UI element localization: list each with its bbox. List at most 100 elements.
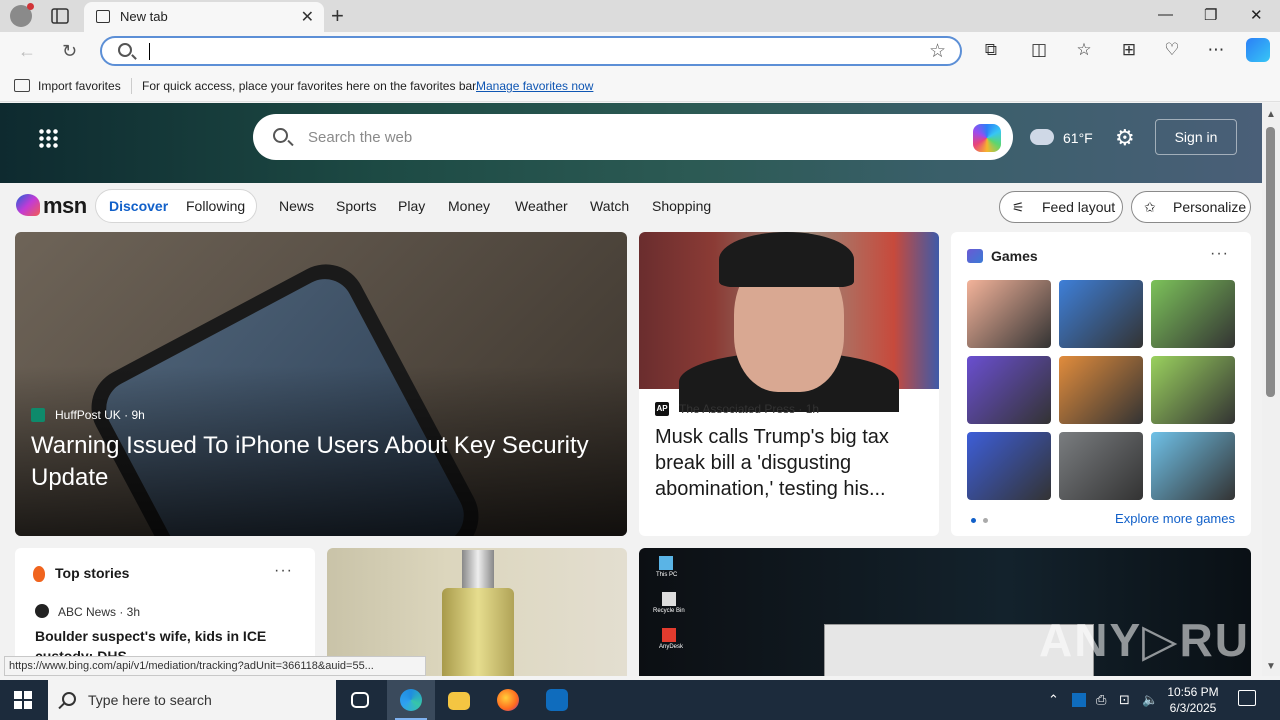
taskbar-clock[interactable]: 10:56 PM 6/3/2025: [1163, 684, 1223, 716]
settings-gear-icon[interactable]: ⚙: [1115, 125, 1135, 151]
text-cursor: [149, 43, 150, 60]
nav-watch[interactable]: Watch: [590, 198, 629, 214]
sign-in-button[interactable]: Sign in: [1155, 119, 1237, 155]
carousel-dot-active[interactable]: [971, 518, 976, 523]
network-icon[interactable]: ⊡: [1119, 692, 1130, 708]
games-card: Games ··· Explore more games: [951, 232, 1251, 536]
nav-shopping[interactable]: Shopping: [652, 198, 711, 214]
game-tile[interactable]: [967, 432, 1051, 500]
new-tab-button[interactable]: +: [331, 3, 344, 29]
game-tile[interactable]: [1151, 280, 1235, 348]
back-arrow-icon[interactable]: ←: [18, 41, 36, 62]
tab-following[interactable]: Following: [186, 198, 245, 214]
taskbar-edge[interactable]: [387, 680, 435, 720]
nav-news[interactable]: News: [279, 198, 314, 214]
game-tile[interactable]: [1151, 356, 1235, 424]
huffpost-icon: [31, 408, 45, 422]
tab-new-tab[interactable]: New tab ✕: [84, 2, 324, 32]
nav-weather[interactable]: Weather: [515, 198, 568, 214]
nav-play[interactable]: Play: [398, 198, 425, 214]
volume-icon[interactable]: 🔈: [1142, 692, 1158, 708]
app-launcher-icon[interactable]: [38, 128, 58, 148]
page-scrollbar[interactable]: ▲ ▼: [1262, 103, 1280, 676]
import-favorites-button[interactable]: Import favorites: [38, 79, 121, 93]
game-tile[interactable]: [1059, 356, 1143, 424]
start-windows-icon[interactable]: [14, 691, 32, 709]
favorites-bar-message: For quick access, place your favorites h…: [142, 79, 479, 93]
main-story-card[interactable]: HuffPost UK · 9h Warning Issued To iPhon…: [15, 232, 627, 536]
taskbar-firefox[interactable]: [484, 680, 532, 720]
show-hidden-icons-chevron[interactable]: ⌃: [1048, 692, 1059, 708]
split-screen-icon[interactable]: ◫: [1027, 38, 1051, 62]
more-menu-icon[interactable]: ⋯: [1204, 38, 1228, 62]
star-sparkle-icon: ✩: [1144, 199, 1156, 215]
taskbar-outlook[interactable]: [533, 680, 581, 720]
address-bar[interactable]: ☆: [100, 36, 962, 66]
web-search-input[interactable]: [308, 126, 908, 148]
msn-butterfly-icon: [16, 194, 40, 216]
printer-tray-icon[interactable]: ⎙: [1096, 692, 1106, 708]
notification-icon[interactable]: [1238, 690, 1256, 706]
copilot-icon[interactable]: [1246, 38, 1270, 62]
status-url-tooltip: https://www.bing.com/api/v1/mediation/tr…: [4, 656, 426, 676]
temperature[interactable]: 61°F: [1063, 130, 1093, 146]
collections-icon[interactable]: ⊞: [1117, 38, 1141, 62]
top-stories-title: Top stories: [55, 565, 130, 581]
browser-essentials-icon[interactable]: ♡: [1160, 38, 1184, 62]
extensions-icon[interactable]: ⧉: [979, 38, 1003, 62]
carousel-dot[interactable]: [983, 518, 988, 523]
restore-button[interactable]: ❐: [1204, 6, 1217, 24]
ap-logo-icon: AP: [655, 402, 669, 416]
minimize-button[interactable]: —: [1158, 6, 1173, 23]
scroll-down-icon[interactable]: ▼: [1266, 661, 1276, 672]
explore-more-games-link[interactable]: Explore more games: [1115, 511, 1235, 526]
recycle-bin-label: Recycle Bin: [653, 608, 685, 614]
profile-avatar-icon[interactable]: [10, 3, 34, 27]
toolbar: ← ↻ ☆ ⧉ ◫ ☆ ⊞ ♡ ⋯: [0, 32, 1280, 70]
fire-icon: [33, 566, 45, 582]
favorites-icon[interactable]: ☆: [1072, 38, 1096, 62]
edge-icon: [400, 689, 422, 711]
import-favorites-icon: [14, 79, 30, 92]
search-icon: [118, 43, 132, 57]
news-headline[interactable]: Musk calls Trump's big tax break bill a …: [655, 424, 925, 502]
scroll-thumb[interactable]: [1266, 127, 1275, 397]
msn-logo-text: msn: [43, 193, 87, 218]
more-options-icon[interactable]: ···: [1210, 245, 1229, 263]
tab-actions-icon[interactable]: [50, 7, 70, 25]
game-tile[interactable]: [1059, 280, 1143, 348]
nav-money[interactable]: Money: [448, 198, 490, 214]
favorite-star-icon[interactable]: ☆: [929, 40, 946, 63]
msn-logo[interactable]: msn: [16, 191, 87, 221]
feed-layout-button[interactable]: ⚟ Feed layout: [999, 191, 1123, 223]
personalize-button[interactable]: ✩ Personalize: [1131, 191, 1251, 223]
task-view-icon: [351, 692, 369, 708]
outlook-tray-icon[interactable]: [1072, 693, 1086, 707]
manage-favorites-link[interactable]: Manage favorites now: [476, 79, 593, 93]
game-tile[interactable]: [1151, 432, 1235, 500]
taskbar-search[interactable]: Type here to search: [48, 680, 336, 720]
windows-taskbar: Type here to search ⌃ ⎙ ⊡ 🔈 10:56 PM 6/3…: [0, 680, 1280, 720]
game-tile[interactable]: [967, 356, 1051, 424]
web-search-box[interactable]: [253, 114, 1013, 160]
tab-strip: New tab ✕ + — ❐ ✕: [0, 0, 1280, 32]
clock-time: 10:56 PM: [1167, 685, 1219, 699]
copilot-search-icon[interactable]: [973, 124, 1001, 152]
story-headline[interactable]: Warning Issued To iPhone Users About Key…: [31, 430, 611, 494]
nav-sports[interactable]: Sports: [336, 198, 376, 214]
top-story-source: ABC News · 3h: [58, 605, 141, 619]
news-card[interactable]: AP The Associated Press · 1h Musk calls …: [639, 232, 939, 536]
task-view-button[interactable]: [336, 680, 384, 720]
close-window-button[interactable]: ✕: [1250, 6, 1263, 24]
scroll-up-icon[interactable]: ▲: [1266, 109, 1276, 120]
taskbar-file-explorer[interactable]: [435, 680, 483, 720]
video-card[interactable]: This PC Recycle Bin AnyDesk ANY▷RUN: [639, 548, 1251, 676]
more-options-icon[interactable]: ···: [274, 562, 293, 580]
tab-discover[interactable]: Discover: [109, 198, 168, 214]
game-tile[interactable]: [967, 280, 1051, 348]
refresh-icon[interactable]: ↻: [62, 41, 77, 62]
game-tile[interactable]: [1059, 432, 1143, 500]
weather-icon[interactable]: [1030, 123, 1054, 145]
msn-new-tab-page: 61°F ⚙ Sign in msn Discover Following Ne…: [0, 103, 1262, 676]
close-tab-icon[interactable]: ✕: [301, 7, 314, 27]
